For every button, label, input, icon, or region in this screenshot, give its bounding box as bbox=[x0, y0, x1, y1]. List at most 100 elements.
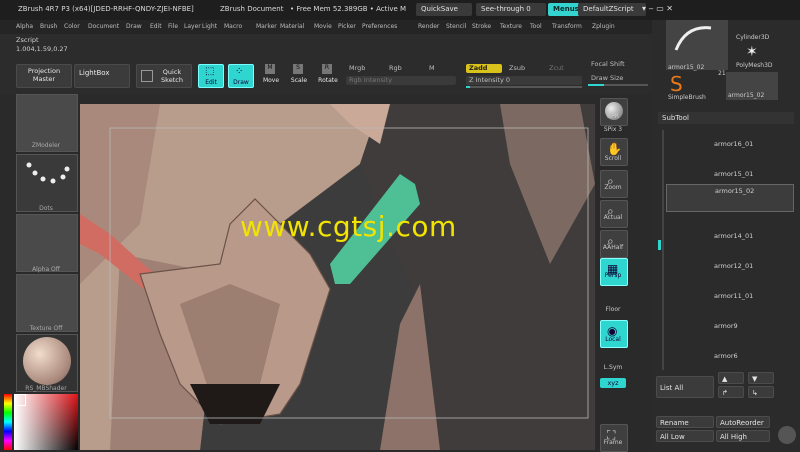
alpha-thumbnail[interactable] bbox=[16, 214, 78, 272]
quick-sketch-button[interactable]: Quick Sketch bbox=[136, 64, 192, 88]
xyz-button[interactable]: xyz bbox=[600, 378, 626, 388]
z-intensity-slider[interactable]: Z Intensity 0 bbox=[466, 76, 582, 85]
menu-marker[interactable]: Marker bbox=[256, 23, 277, 30]
menu-alpha[interactable]: Alpha bbox=[16, 23, 33, 30]
menu-picker[interactable]: Picker bbox=[338, 23, 356, 30]
rgb-intensity-slider[interactable]: Rgb Intensity bbox=[346, 76, 456, 85]
menu-render[interactable]: Render bbox=[418, 23, 439, 30]
projection-master-button[interactable]: Projection Master bbox=[16, 64, 72, 88]
title-bar: ZBrush 4R7 P3 (x64)[JDED-RRHF-QNDY-ZJEI-… bbox=[0, 0, 800, 21]
see-through-slider[interactable]: See-through 0 bbox=[476, 3, 546, 16]
tool-thumb-cylinder[interactable]: Cylinder3D bbox=[736, 20, 788, 41]
menu-transform[interactable]: Transform bbox=[552, 23, 582, 30]
bpr-button[interactable] bbox=[600, 98, 628, 126]
subtool-row[interactable]: armor14_01 bbox=[666, 230, 792, 256]
arrow-up-button[interactable]: ▲ bbox=[718, 372, 744, 384]
tool-label-1: armor15_02 bbox=[668, 64, 705, 71]
right-shelf: BPR SPix 3 ✋ Scroll ⌕ Zoom ⌕ Actual ⌕ AA… bbox=[596, 94, 652, 452]
rotate-button[interactable]: R Rotate bbox=[316, 64, 340, 86]
texture-thumbnail[interactable] bbox=[16, 274, 78, 332]
scale-icon: S bbox=[293, 64, 303, 74]
lsym-label[interactable]: L.Sym bbox=[596, 364, 630, 371]
arrow-down-icon: ▼ bbox=[752, 375, 758, 383]
tool-thumb-armor15-02[interactable] bbox=[666, 20, 728, 70]
tool-thumb-armor15-02-b[interactable]: armor15_02 bbox=[726, 72, 778, 100]
rgb-button[interactable]: Rgb bbox=[386, 64, 422, 73]
frame-label: Frame bbox=[603, 439, 623, 446]
menu-edit[interactable]: Edit bbox=[150, 23, 162, 30]
scroll-label: Scroll bbox=[604, 155, 622, 162]
subtool-row-selected[interactable]: armor15_02 bbox=[666, 184, 794, 212]
local-label: Local bbox=[605, 336, 621, 343]
draw-icon: ⁘ bbox=[235, 66, 244, 77]
menu-material[interactable]: Material bbox=[280, 23, 304, 30]
scale-button[interactable]: S Scale bbox=[288, 64, 310, 86]
autoreorder-button[interactable]: AutoReorder bbox=[716, 416, 770, 428]
window-controls[interactable]: ▾ ‒ ▭ ✕ bbox=[642, 4, 682, 16]
rename-button[interactable]: Rename bbox=[656, 416, 714, 428]
menu-brush[interactable]: Brush bbox=[40, 23, 57, 30]
tool-count: 21 bbox=[718, 70, 726, 77]
subtool-row[interactable]: armor16_01 bbox=[666, 138, 792, 164]
document-title: ZBrush Document bbox=[220, 5, 284, 13]
tool-label-simplebrush: SimpleBrush bbox=[668, 94, 706, 101]
arrow-up-icon: ▲ bbox=[722, 375, 728, 383]
zcut-button[interactable]: Zcut bbox=[546, 64, 582, 73]
subtool-scrollbar[interactable] bbox=[662, 130, 664, 370]
quicksave-button[interactable]: QuickSave bbox=[416, 3, 472, 16]
menu-stroke[interactable]: Stroke bbox=[472, 23, 491, 30]
edit-button[interactable]: ⬚ Edit bbox=[198, 64, 224, 88]
arrow-down-button[interactable]: ▼ bbox=[748, 372, 774, 384]
stroke-thumbnail[interactable] bbox=[16, 154, 78, 212]
menu-movie[interactable]: Movie bbox=[314, 23, 332, 30]
polymesh-star-icon: ✶ bbox=[746, 44, 758, 60]
simplebrush-icon: S bbox=[670, 72, 683, 96]
viewport-canvas[interactable]: www.cgtsj.com bbox=[80, 104, 595, 450]
draw-size-slider[interactable]: Draw Size bbox=[588, 74, 648, 83]
subtool-row[interactable]: armor11_01 bbox=[666, 290, 792, 316]
material-sphere-icon bbox=[23, 337, 71, 385]
default-zscript-button[interactable]: DefaultZScript bbox=[578, 3, 646, 16]
menu-color[interactable]: Color bbox=[64, 23, 80, 30]
menu-texture[interactable]: Texture bbox=[500, 23, 522, 30]
subtool-row[interactable]: armor9 bbox=[666, 320, 792, 346]
menu-stencil[interactable]: Stencil bbox=[446, 23, 466, 30]
zsub-button[interactable]: Zsub bbox=[506, 64, 542, 73]
move-down-button[interactable]: ↳ bbox=[748, 386, 774, 398]
all-low-button[interactable]: All Low bbox=[656, 430, 714, 442]
frame-button[interactable]: ⛶ bbox=[600, 424, 628, 452]
m-button[interactable]: M bbox=[426, 64, 462, 73]
all-high-button[interactable]: All High bbox=[716, 430, 770, 442]
focal-shift-slider[interactable]: Focal Shift bbox=[588, 60, 648, 69]
watermark-text: www.cgtsj.com bbox=[240, 210, 457, 243]
local-button[interactable]: ◉ bbox=[600, 320, 628, 348]
menu-macro[interactable]: Macro bbox=[224, 23, 242, 30]
hue-strip[interactable] bbox=[4, 394, 12, 450]
subtool-scroll-thumb[interactable] bbox=[658, 240, 661, 250]
menu-bar: Alpha Brush Color Document Draw Edit File Layer… bbox=[0, 20, 655, 34]
list-all-button[interactable]: List All bbox=[656, 376, 714, 398]
menu-draw[interactable]: Draw bbox=[126, 23, 142, 30]
draw-button[interactable]: ⁘ Draw bbox=[228, 64, 254, 88]
subtool-row[interactable]: armor12_01 bbox=[666, 260, 792, 286]
color-picker-handle[interactable] bbox=[14, 394, 26, 406]
move-button[interactable]: M Move bbox=[260, 64, 282, 86]
menu-preferences[interactable]: Preferences bbox=[362, 23, 397, 30]
menu-zplugin[interactable]: Zplugin bbox=[592, 23, 615, 30]
play-icon[interactable] bbox=[778, 426, 796, 444]
menu-document[interactable]: Document bbox=[88, 23, 119, 30]
menu-layer[interactable]: Layer bbox=[184, 23, 201, 30]
menu-light[interactable]: Light bbox=[202, 23, 217, 30]
zadd-button[interactable]: Zadd bbox=[466, 64, 502, 73]
menus-button[interactable]: Menus bbox=[548, 3, 580, 16]
subtool-header[interactable]: SubTool bbox=[658, 112, 794, 124]
tool-label-polymesh: PolyMesh3D bbox=[736, 62, 773, 69]
mrgb-button[interactable]: Mrgb bbox=[346, 64, 382, 73]
move-up-button[interactable]: ↱ bbox=[718, 386, 744, 398]
lightbox-button[interactable]: LightBox bbox=[74, 64, 130, 88]
menu-file[interactable]: File bbox=[168, 23, 178, 30]
menu-tool[interactable]: Tool bbox=[530, 23, 542, 30]
spix-slider[interactable]: SPix 3 bbox=[596, 126, 630, 133]
rotate-icon: R bbox=[322, 64, 332, 74]
material-thumbnail[interactable] bbox=[16, 334, 78, 392]
